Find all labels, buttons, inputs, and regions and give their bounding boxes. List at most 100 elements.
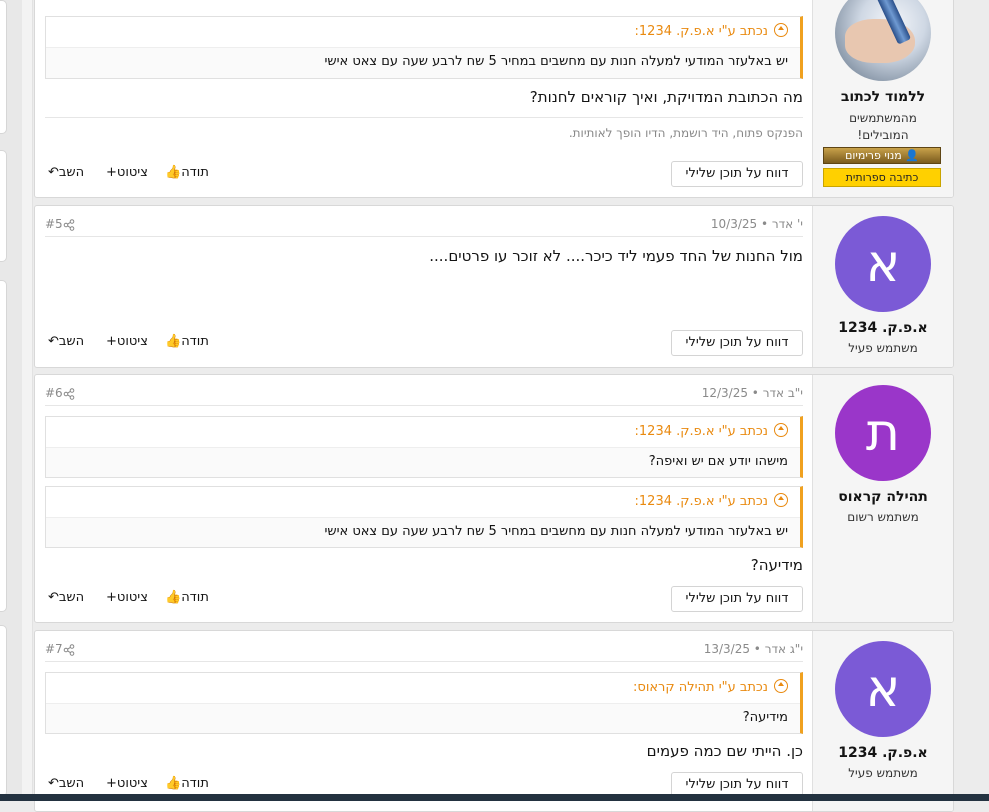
share-icon[interactable] [63,218,75,231]
post-date[interactable]: י"ג אדר • 13/3/25 [704,642,803,656]
avatar[interactable]: ת [835,385,931,481]
thanks-button[interactable]: תודה👍 [162,165,209,180]
reply-label: השב [58,334,85,349]
avatar[interactable]: א [835,641,931,737]
quote-button[interactable]: ציטוט+ [103,334,148,349]
post: ת תהילה קראוס משתמש רשום י"ב אדר • 12/3/… [34,374,954,623]
post-date[interactable]: י"ב אדר • 12/3/25 [702,386,803,400]
arrow-up-circle-icon[interactable] [774,493,788,507]
reply-icon: ↶ [48,165,59,180]
thanks-button[interactable]: תודה👍 [162,334,209,349]
post: א א.פ.ק. 1234 משתמש פעיל י' אדר • 10/3/2… [34,205,954,368]
quote-block: נכתב ע"י א.פ.ק. 1234: מישהו יודע אם יש ו… [45,416,803,478]
thanks-label: תודה [181,590,209,605]
quote-header[interactable]: נכתב ע"י תהילה קראוס: [46,673,800,704]
quote-text: מישהו יודע אם יש ואיפה? [648,454,788,469]
reply-icon: ↶ [48,590,59,605]
post-number-label: #5 [45,217,63,231]
thanks-label: תודה [181,334,209,349]
quote-header[interactable]: נכתב ע"י א.פ.ק. 1234: [46,17,800,48]
quote-text: מידיעה? [742,710,788,725]
reply-button[interactable]: השב↶ [45,590,84,605]
post-number-label: #7 [45,642,63,656]
quote-author: נכתב ע"י תהילה קראוס: [633,680,768,695]
post-meta: י"ג אדר • 13/3/25 #7 [45,639,803,662]
user-title: משתמש פעיל [848,341,918,355]
side-tab[interactable] [0,150,7,262]
post-meta: י"ב אדר • 12/3/25 #6 [45,383,803,406]
quote-button[interactable]: ציטוט+ [103,165,148,180]
quote-button[interactable]: ציטוט+ [103,776,148,791]
username[interactable]: א.פ.ק. 1234 [813,320,953,336]
post-number[interactable]: #5 [45,217,79,231]
username[interactable]: תהילה קראוס [813,489,953,505]
share-icon[interactable] [63,643,75,656]
post-actions: דווח על תוכן שלילי השב↶ ציטוט+ תודה👍 [45,586,803,612]
post-body: מה הכתובת המדויקת, ואיך קוראים לחנות? [529,88,803,106]
side-tab[interactable] [0,625,7,797]
post: א א.פ.ק. 1234 משתמש פעיל י"ג אדר • 13/3/… [34,630,954,812]
signature: הפנקס פתוח, היד רושמת, הדיו הופך לאותיות… [45,117,803,140]
user-title: המובילים! [857,128,909,142]
user-title: משתמש פעיל [848,766,918,780]
user-title: משתמש רשום [847,510,919,524]
post-body: מול החנות של החד פעמי ליד כיכר.... לא זו… [429,247,803,265]
post-number-label: #6 [45,386,63,400]
quote-header[interactable]: נכתב ע"י א.פ.ק. 1234: [46,417,800,448]
post-main: י"ב אדר • 12/3/25 #6 נכתב ע"י א.פ.ק. 123… [45,375,803,622]
right-gutter [953,0,989,801]
report-button[interactable]: דווח על תוכן שלילי [671,161,803,187]
premium-badge: 👤 מנוי פרימיום [823,147,941,164]
reply-button[interactable]: השב↶ [45,776,84,791]
thumbs-up-icon: 👍 [165,776,182,791]
quote-button[interactable]: ציטוט+ [103,590,148,605]
quote-author: נכתב ע"י א.פ.ק. 1234: [634,24,768,39]
reply-label: השב [58,165,85,180]
thumbs-up-icon: 👍 [165,334,182,349]
share-icon[interactable] [63,387,75,400]
thanks-label: תודה [181,776,209,791]
quote-text: יש באלעזר המודעי למעלה חנות עם מחשבים במ… [324,54,788,69]
report-button[interactable]: דווח על תוכן שלילי [671,330,803,356]
post-date[interactable]: י' אדר • 10/3/25 [711,217,803,231]
post: ללמוד לכתוב מהמשתמשים המובילים! 👤 מנוי פ… [34,0,954,198]
reply-button[interactable]: השב↶ [45,165,84,180]
avatar[interactable]: א [835,216,931,312]
post-number[interactable]: #6 [45,386,79,400]
post-body: מידיעה? [750,556,803,574]
quote-label: ציטוט [116,590,148,605]
username[interactable]: א.פ.ק. 1234 [813,745,953,761]
thanks-label: תודה [181,165,209,180]
thanks-button[interactable]: תודה👍 [162,776,209,791]
scroll-track[interactable] [22,0,33,801]
reply-button[interactable]: השב↶ [45,334,84,349]
user-cell: א א.פ.ק. 1234 משתמש פעיל [812,631,953,811]
arrow-up-circle-icon[interactable] [774,423,788,437]
premium-badge-label: מנוי פרימיום [845,149,902,162]
quote-header[interactable]: נכתב ע"י א.פ.ק. 1234: [46,487,800,518]
plus-icon: + [106,334,117,349]
avatar[interactable] [835,0,931,81]
post-actions: דווח על תוכן שלילי השב↶ ציטוט+ תודה👍 [45,161,803,187]
quote-label: ציטוט [116,776,148,791]
thanks-button[interactable]: תודה👍 [162,590,209,605]
report-button[interactable]: דווח על תוכן שלילי [671,586,803,612]
side-tab[interactable] [0,280,7,612]
plus-icon: + [106,590,117,605]
arrow-up-circle-icon[interactable] [774,679,788,693]
user-cell: א א.פ.ק. 1234 משתמש פעיל [812,206,953,367]
post-meta: י' אדר • 10/3/25 #5 [45,214,803,237]
bottom-bar [0,794,989,801]
post-main: נכתב ע"י א.פ.ק. 1234: יש באלעזר המודעי ל… [45,0,803,197]
quote-block: נכתב ע"י א.פ.ק. 1234: יש באלעזר המודעי ל… [45,16,803,79]
post-main: י' אדר • 10/3/25 #5 מול החנות של החד פעמ… [45,206,803,367]
user-cell: ללמוד לכתוב מהמשתמשים המובילים! 👤 מנוי פ… [812,0,953,197]
side-tab[interactable] [0,0,7,134]
quote-label: ציטוט [116,165,148,180]
username[interactable]: ללמוד לכתוב [813,89,953,105]
quote-block: נכתב ע"י תהילה קראוס: מידיעה? [45,672,803,734]
left-gutter [0,0,22,801]
post-actions: דווח על תוכן שלילי השב↶ ציטוט+ תודה👍 [45,330,803,356]
arrow-up-circle-icon[interactable] [774,23,788,37]
post-number[interactable]: #7 [45,642,79,656]
